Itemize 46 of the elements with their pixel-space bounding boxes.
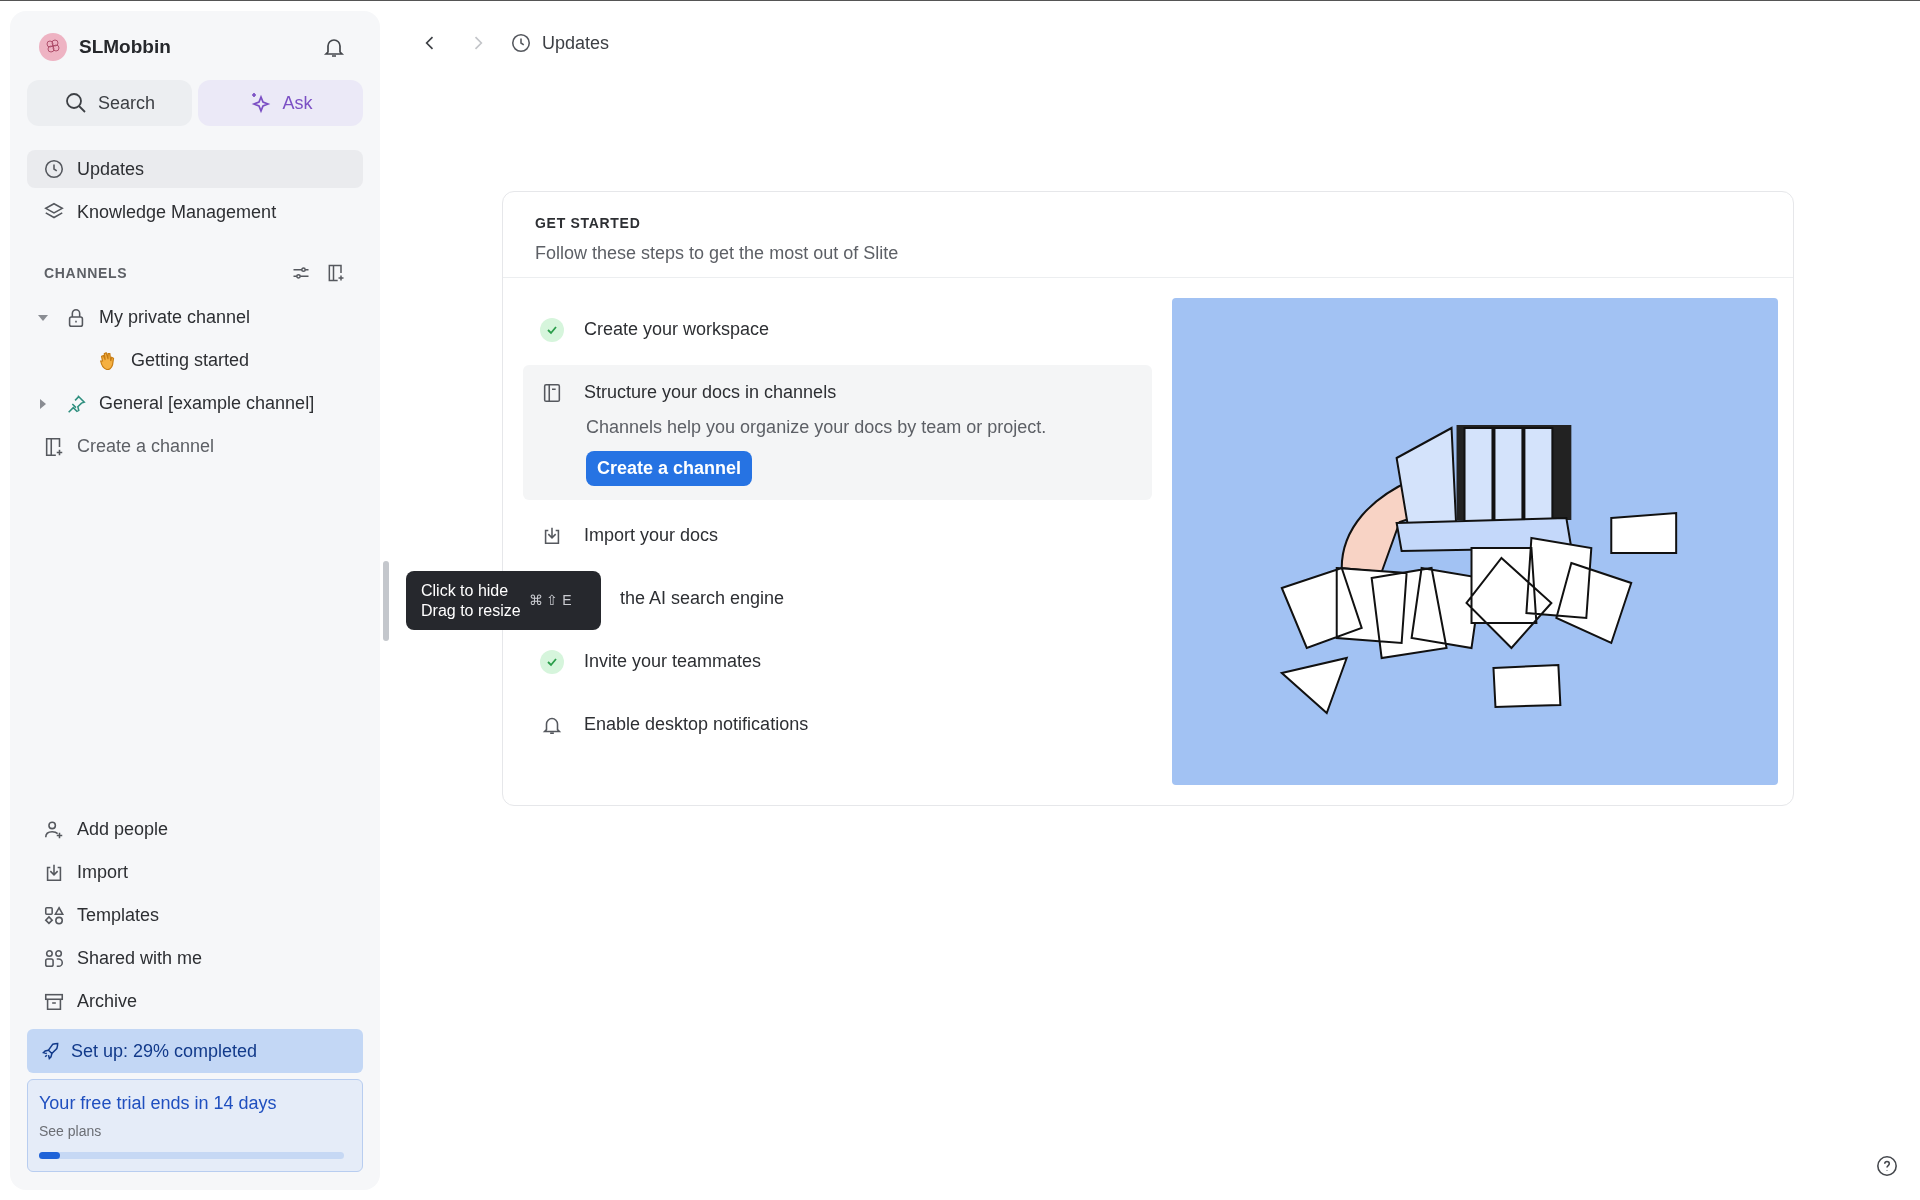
nav-item[interactable]: Updates	[27, 150, 363, 188]
step-item[interactable]: Enable desktop notifications	[523, 693, 1152, 756]
see-plans-link[interactable]: See plans	[39, 1121, 102, 1142]
channel-item[interactable]: My private channel	[27, 296, 363, 339]
card-heading: GET STARTED	[535, 214, 642, 233]
tooltip-text: Click to hide Drag to resize	[421, 580, 521, 621]
new-channel-icon[interactable]	[326, 263, 346, 283]
card-subtitle: Follow these steps to get the most out of Slite	[535, 242, 900, 265]
section-heading: CHANNELS	[44, 263, 128, 283]
step-item[interactable]: Structure your docs in channels Channels help you organize your docs by team or project. Create a channel	[523, 365, 1152, 500]
step-item[interactable]: Create your workspace	[523, 298, 1152, 361]
trial-message: Your free trial ends in 14 days	[39, 1092, 278, 1115]
panel-icon	[541, 381, 563, 404]
rocket-icon	[41, 1041, 61, 1061]
step-item[interactable]: Invite your teammates	[523, 630, 1152, 693]
setup-progress-banner[interactable]: Set up: 29% completed	[27, 1029, 363, 1073]
workspace-name[interactable]: SLMobbin	[79, 32, 171, 62]
nav-item[interactable]: Templates	[27, 894, 363, 937]
create-channel-item[interactable]: Create a channel	[27, 425, 363, 468]
workspace-avatar[interactable]	[39, 33, 67, 61]
nav-item[interactable]: Shared with me	[27, 937, 363, 980]
keyboard-shortcut: ⌘ ⇧ E	[528, 591, 572, 610]
resize-handle[interactable]	[383, 561, 389, 641]
ask-button[interactable]: Ask	[198, 80, 363, 126]
pin-icon	[65, 392, 87, 415]
nav-item[interactable]: Add people	[27, 808, 363, 851]
new-channel-icon	[43, 435, 65, 458]
nav-item[interactable]: Knowledge Management	[27, 193, 363, 231]
add-person-icon	[43, 818, 65, 841]
step-item[interactable]: Import your docs	[523, 504, 1152, 567]
check-icon	[540, 317, 564, 342]
check-icon	[540, 649, 564, 674]
search-button[interactable]: Search	[27, 80, 192, 126]
clock-icon	[43, 158, 65, 180]
nav-item[interactable]: Import	[27, 851, 363, 894]
search-icon	[63, 91, 88, 115]
people-icon	[43, 947, 65, 970]
step-description: Channels help you organize your docs by team or project.	[586, 416, 1048, 439]
nav-item[interactable]: Archive	[27, 980, 363, 1023]
breadcrumb[interactable]: Updates	[510, 29, 610, 57]
templates-icon	[43, 904, 65, 927]
create-channel-button[interactable]: Create a channel	[586, 451, 753, 486]
help-icon[interactable]	[1876, 1155, 1898, 1177]
channel-item[interactable]: General [example channel]	[27, 382, 363, 425]
doc-item[interactable]: Getting started	[27, 339, 363, 382]
clock-icon	[510, 32, 532, 54]
